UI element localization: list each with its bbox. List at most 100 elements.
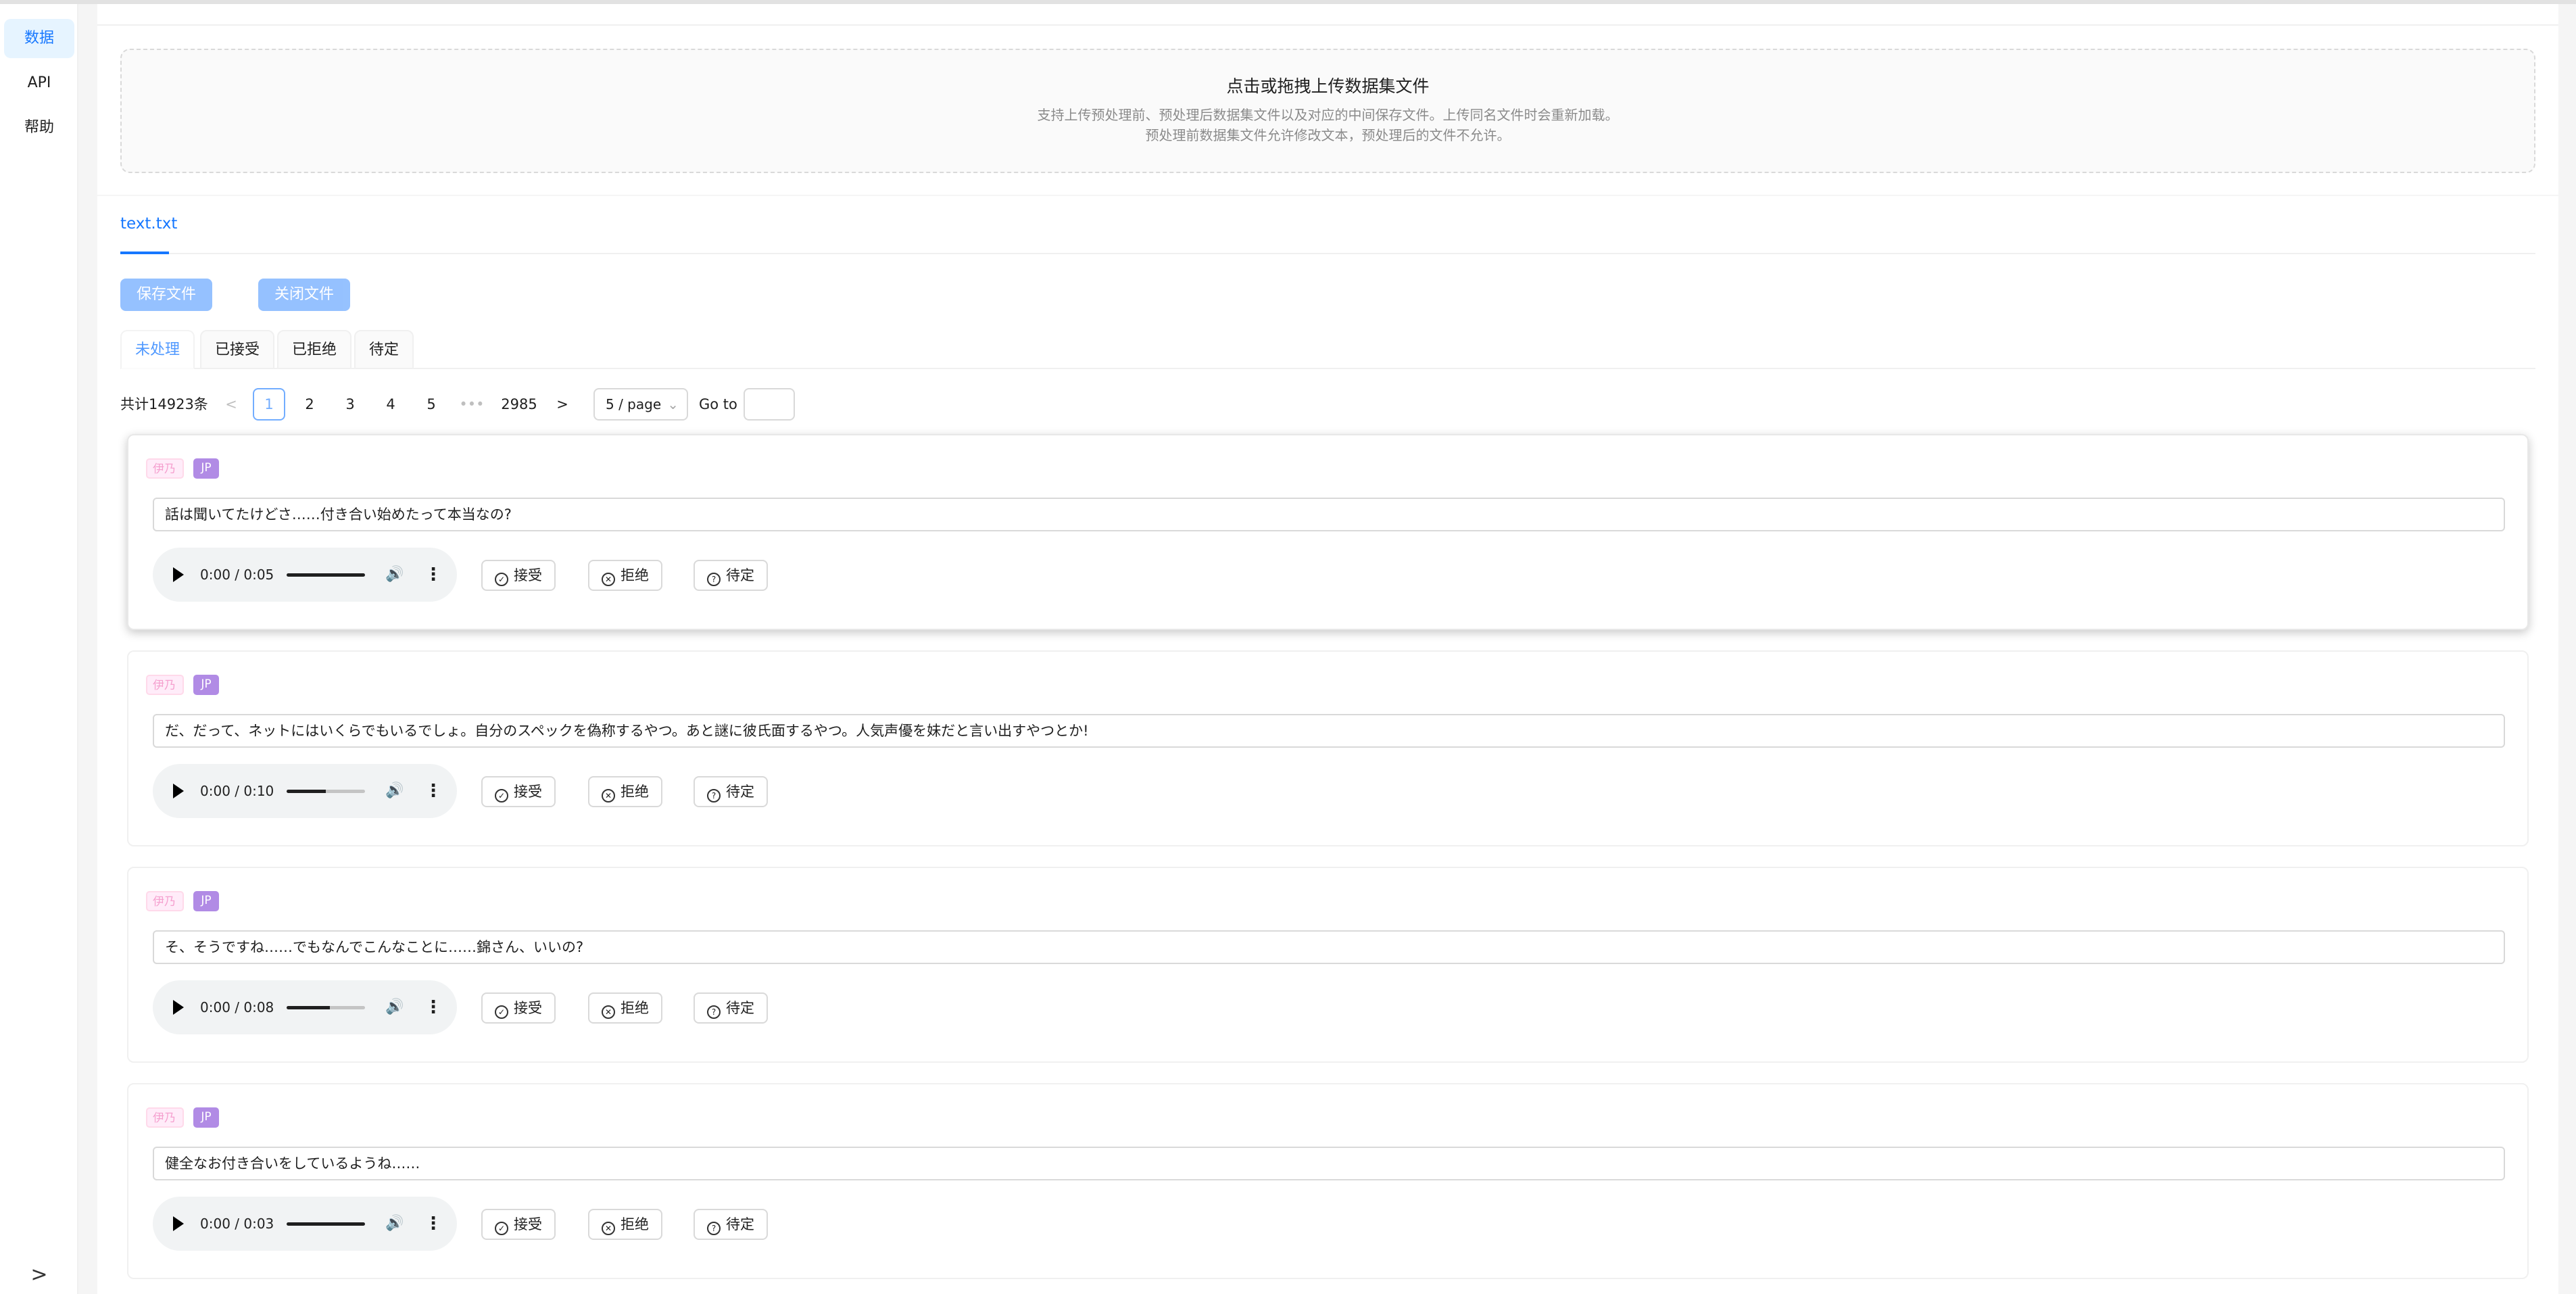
close-circle-icon: ✕ <box>602 1005 615 1019</box>
more-vertical-icon[interactable]: ⋮ <box>424 1197 442 1251</box>
audio-progress <box>287 790 326 793</box>
volume-icon[interactable]: 🔊 <box>385 764 404 818</box>
pending-label: 待定 <box>726 1000 754 1016</box>
speaker-tag: 伊乃 <box>146 891 184 911</box>
volume-icon[interactable]: 🔊 <box>385 980 404 1034</box>
sidebar-collapse-icon[interactable]: > <box>27 1263 51 1287</box>
page-size-select[interactable]: 5 / page ⌄ <box>593 388 688 421</box>
accept-button[interactable]: ✓ 接受 <box>481 992 556 1024</box>
page-item[interactable]: 5 <box>415 387 447 422</box>
pending-label: 待定 <box>726 784 754 800</box>
speaker-tag: 伊乃 <box>146 675 184 695</box>
text-input[interactable]: 健全なお付き合いをしているようね…… <box>153 1147 2505 1180</box>
sidebar-item-api[interactable]: API <box>4 64 74 103</box>
text-input[interactable]: だ、だって、ネットにはいくらでもいるでしょ。自分のスペックを偽称するやつ。あと謎… <box>153 714 2505 748</box>
page-item[interactable]: 1 <box>253 388 285 421</box>
close-circle-icon: ✕ <box>602 573 615 586</box>
status-tabs: 未处理 已接受 已拒绝 待定 <box>120 330 2535 369</box>
sidebar-item-data[interactable]: 数据 <box>4 19 74 58</box>
tab-pending[interactable]: 待定 <box>354 330 414 369</box>
speaker-tag: 伊乃 <box>146 458 184 479</box>
save-file-button[interactable]: 保存文件 <box>120 279 213 311</box>
check-circle-icon: ✓ <box>495 789 508 802</box>
pending-label: 待定 <box>726 567 754 583</box>
audio-seek-bar[interactable] <box>287 573 365 577</box>
close-circle-icon: ✕ <box>602 789 615 802</box>
pending-label: 待定 <box>726 1216 754 1232</box>
page-item[interactable]: 3 <box>334 387 366 422</box>
page-item[interactable]: 4 <box>374 387 407 422</box>
more-vertical-icon[interactable]: ⋮ <box>424 764 442 818</box>
sidebar-item-help[interactable]: 帮助 <box>4 108 74 147</box>
pending-button[interactable]: ? 待定 <box>694 776 768 807</box>
goto-page-input[interactable] <box>744 388 795 421</box>
audio-player[interactable]: 0:00 / 0:08 🔊 ⋮ <box>153 980 457 1034</box>
reject-label: 拒绝 <box>621 1000 649 1016</box>
list-item: 伊乃 JP 話は聞いてたけどさ……付き合い始めたって本当なの? 0:00 / 0… <box>127 434 2529 630</box>
close-circle-icon: ✕ <box>602 1222 615 1235</box>
volume-icon[interactable]: 🔊 <box>385 548 404 602</box>
audio-player[interactable]: 0:00 / 0:05 🔊 ⋮ <box>153 548 457 602</box>
file-tabs: text.txt <box>120 196 2535 254</box>
pending-button[interactable]: ? 待定 <box>694 1209 768 1240</box>
pending-button[interactable]: ? 待定 <box>694 560 768 591</box>
audio-seek-bar[interactable] <box>287 1006 365 1009</box>
audio-player[interactable]: 0:00 / 0:10 🔊 ⋮ <box>153 764 457 818</box>
accept-button[interactable]: ✓ 接受 <box>481 776 556 807</box>
question-circle-icon: ? <box>707 789 721 802</box>
play-icon[interactable] <box>173 567 184 582</box>
accept-label: 接受 <box>514 1216 542 1232</box>
accept-button[interactable]: ✓ 接受 <box>481 560 556 591</box>
prev-page-icon[interactable]: < <box>218 387 245 422</box>
sidebar: 数据 API 帮助 > <box>0 4 78 1294</box>
close-file-button[interactable]: 关闭文件 <box>258 279 351 311</box>
page-ellipsis[interactable]: ••• <box>456 387 488 422</box>
audio-player[interactable]: 0:00 / 0:03 🔊 ⋮ <box>153 1197 457 1251</box>
accept-label: 接受 <box>514 784 542 800</box>
upload-dropzone[interactable]: 点击或拖拽上传数据集文件 支持上传预处理前、预处理后数据集文件以及对应的中间保存… <box>120 49 2535 173</box>
more-vertical-icon[interactable]: ⋮ <box>424 548 442 602</box>
next-page-icon[interactable]: > <box>549 387 576 422</box>
accept-button[interactable]: ✓ 接受 <box>481 1209 556 1240</box>
page-item-last[interactable]: 2985 <box>496 387 542 422</box>
upload-hint: 支持上传预处理前、预处理后数据集文件以及对应的中间保存文件。上传同名文件时会重新… <box>1037 107 1619 123</box>
upload-title: 点击或拖拽上传数据集文件 <box>1226 76 1430 96</box>
reject-button[interactable]: ✕ 拒绝 <box>588 992 662 1024</box>
tab-unprocessed[interactable]: 未处理 <box>120 330 195 369</box>
accept-label: 接受 <box>514 1000 542 1016</box>
language-tag: JP <box>193 891 219 911</box>
question-circle-icon: ? <box>707 573 721 586</box>
text-input[interactable]: 話は聞いてたけどさ……付き合い始めたって本当なの? <box>153 498 2505 531</box>
reject-button[interactable]: ✕ 拒绝 <box>588 560 662 591</box>
pagination: 共计14923条 < 1 2 3 4 5 ••• 2985 > 5 / page… <box>120 387 931 422</box>
language-tag: JP <box>193 458 219 479</box>
audio-time: 0:00 / 0:03 <box>200 1216 274 1232</box>
reject-button[interactable]: ✕ 拒绝 <box>588 1209 662 1240</box>
accept-label: 接受 <box>514 567 542 583</box>
play-icon[interactable] <box>173 1000 184 1015</box>
chevron-down-icon: ⌄ <box>667 396 679 412</box>
more-vertical-icon[interactable]: ⋮ <box>424 980 442 1034</box>
text-input[interactable]: そ、そうですね……でもなんでこんなことに……錦さん、いいの? <box>153 930 2505 964</box>
audio-time: 0:00 / 0:08 <box>200 999 274 1015</box>
volume-icon[interactable]: 🔊 <box>385 1197 404 1251</box>
tab-text-txt[interactable]: text.txt <box>120 215 177 233</box>
divider <box>97 24 2558 26</box>
tab-ink-bar <box>120 251 169 254</box>
tab-accepted[interactable]: 已接受 <box>200 330 275 369</box>
upload-panel: 点击或拖拽上传数据集文件 支持上传预处理前、预处理后数据集文件以及对应的中间保存… <box>97 4 2558 195</box>
goto-label: Go to <box>699 396 737 412</box>
audio-time: 0:00 / 0:10 <box>200 783 274 799</box>
reject-button[interactable]: ✕ 拒绝 <box>588 776 662 807</box>
reject-label: 拒绝 <box>621 784 649 800</box>
tab-rejected[interactable]: 已拒绝 <box>277 330 352 369</box>
audio-progress <box>287 573 365 577</box>
page-item[interactable]: 2 <box>293 387 326 422</box>
audio-seek-bar[interactable] <box>287 790 365 793</box>
play-icon[interactable] <box>173 784 184 798</box>
play-icon[interactable] <box>173 1216 184 1231</box>
list-item: 伊乃 JP だ、だって、ネットにはいくらでもいるでしょ。自分のスペックを偽称する… <box>127 650 2529 846</box>
pending-button[interactable]: ? 待定 <box>694 992 768 1024</box>
audio-seek-bar[interactable] <box>287 1222 365 1226</box>
editor-panel: text.txt 保存文件 关闭文件 未处理 已接受 已拒绝 待定 共计1492… <box>97 196 2558 1294</box>
